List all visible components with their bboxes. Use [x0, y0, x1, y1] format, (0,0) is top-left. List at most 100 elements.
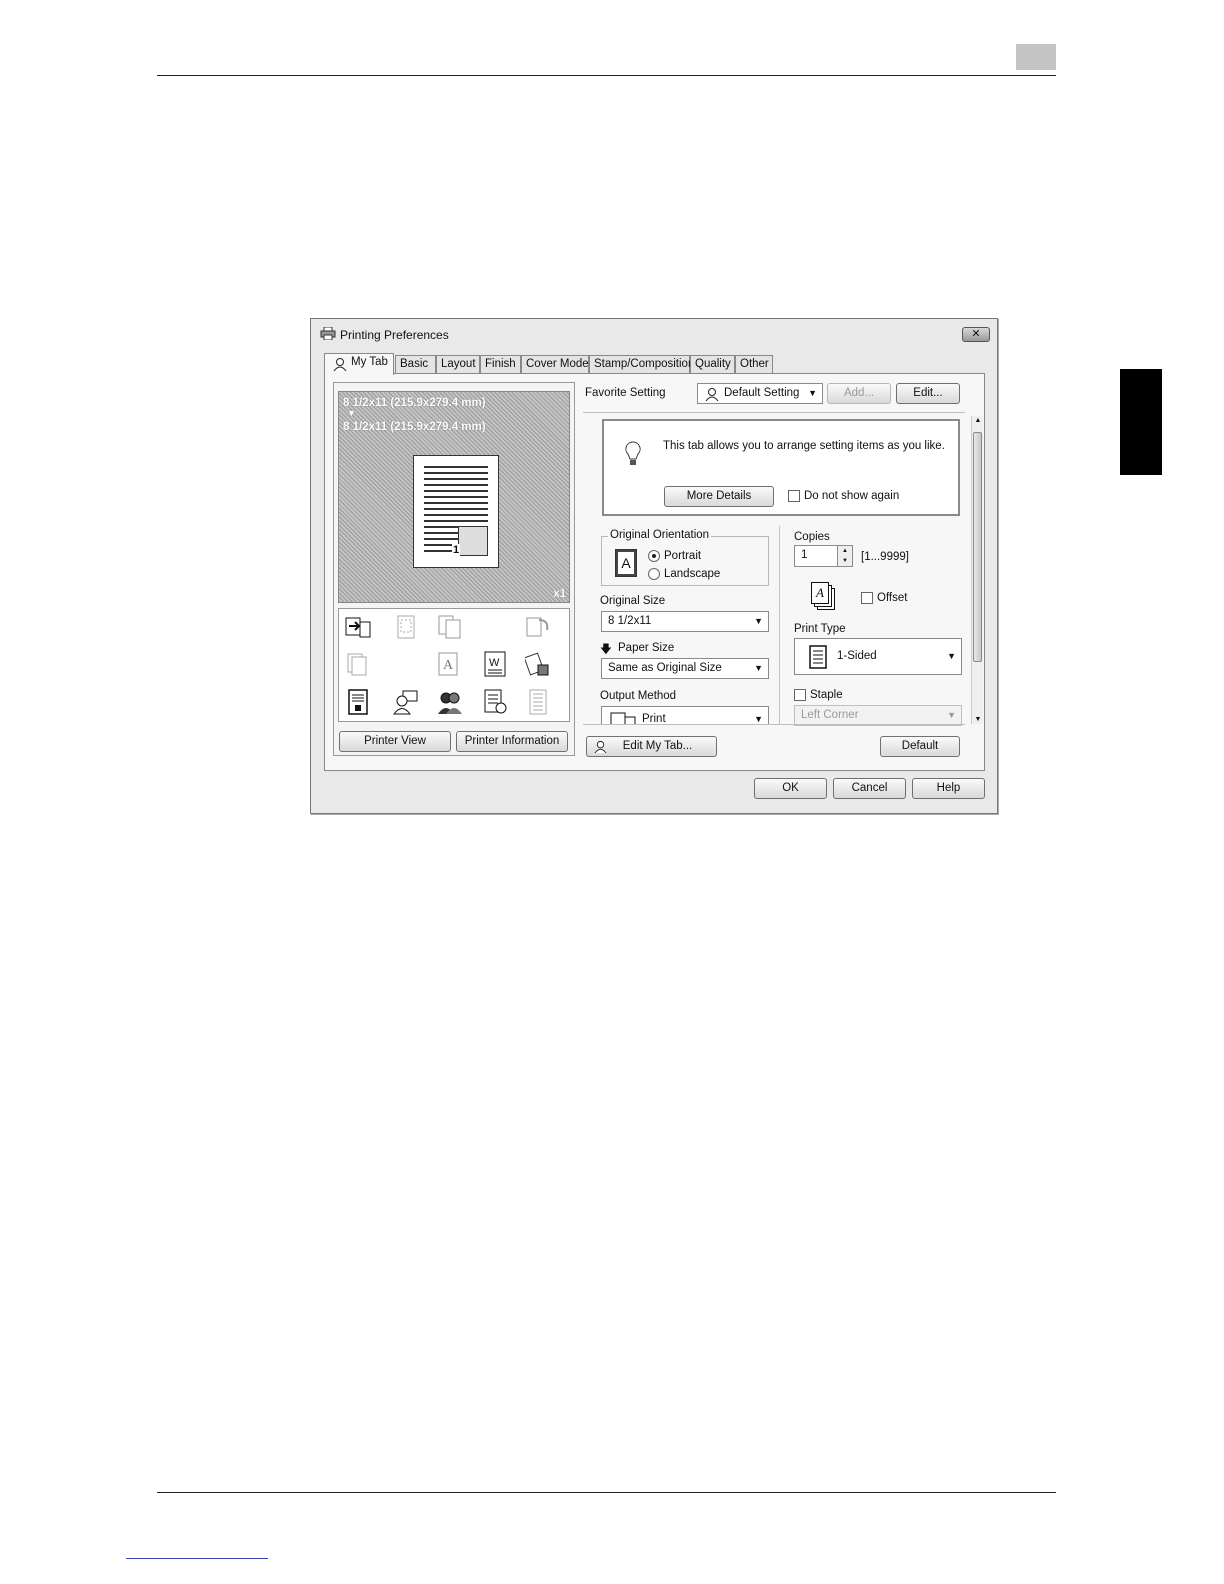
title-bar[interactable]: Printing Preferences ✕ — [311, 319, 997, 347]
paper-size-select[interactable]: Same as Original Size ▼ — [601, 658, 769, 679]
landscape-label: Landscape — [664, 568, 721, 580]
output-method-clip: Print ▼ — [601, 706, 769, 724]
original-size-label: Original Size — [600, 595, 666, 607]
document-lock-icon[interactable] — [345, 689, 371, 715]
dialog-title: Printing Preferences — [340, 328, 449, 342]
tab-label: Layout — [441, 358, 476, 370]
rotate-icon[interactable] — [525, 614, 551, 640]
paper-size-label: Paper Size — [618, 642, 675, 654]
scrollbar-thumb[interactable] — [973, 432, 982, 662]
tab-finish[interactable]: Finish — [480, 355, 521, 374]
printing-preferences-dialog: Printing Preferences ✕ My Tab Basic Layo… — [310, 318, 998, 814]
print-type-value: 1-Sided — [837, 650, 877, 662]
staple-label: Staple — [810, 689, 843, 701]
favorite-icon — [705, 388, 719, 401]
page-list-icon[interactable] — [525, 689, 551, 715]
original-size-select[interactable]: 8 1/2x11 ▼ — [601, 611, 769, 632]
default-button[interactable]: Default — [880, 736, 960, 757]
tab-quality[interactable]: Quality — [690, 355, 735, 374]
chevron-down-icon[interactable]: ▼ — [838, 556, 852, 566]
staple-checkbox[interactable] — [794, 689, 806, 701]
account-track-icon[interactable] — [437, 689, 463, 715]
chevron-up-icon[interactable]: ▲ — [838, 546, 852, 556]
copy-icon[interactable] — [345, 651, 371, 677]
chevron-down-icon: ▼ — [754, 663, 763, 673]
overlay-icon[interactable] — [525, 651, 551, 677]
tab-cover-mode[interactable]: Cover Mode — [521, 355, 589, 374]
nup-layout-icon[interactable] — [393, 614, 419, 640]
chevron-down-icon: ▼ — [754, 616, 763, 626]
svg-text:W: W — [489, 657, 500, 669]
print-output-icon — [610, 712, 636, 724]
footer-link-underline — [126, 1558, 268, 1559]
collate-icon[interactable] — [437, 614, 463, 640]
scroll-up-icon[interactable]: ▲ — [973, 417, 983, 424]
edit-my-tab-button[interactable]: Edit My Tab... — [586, 736, 717, 757]
watermark-icon[interactable]: W — [482, 651, 508, 677]
function-icon-grid: A W — [338, 608, 570, 722]
tab-label: My Tab — [351, 356, 388, 368]
orientation-group: Original Orientation A Portrait Landscap… — [601, 529, 769, 586]
tab-other[interactable]: Other — [735, 355, 773, 374]
print-type-label: Print Type — [794, 623, 846, 635]
orientation-letter: A — [618, 552, 634, 574]
user-icon — [333, 358, 347, 371]
down-arrow-icon: ▼ — [347, 408, 356, 418]
scroll-down-icon[interactable]: ▼ — [973, 716, 983, 723]
chevron-down-icon: ▼ — [947, 651, 956, 661]
print-type-select[interactable]: 1-Sided ▼ — [794, 638, 962, 675]
user-auth-icon[interactable] — [393, 689, 419, 715]
divider — [583, 412, 965, 413]
original-size-caption: 8 1/2x11 (215.9x279.4 mm) — [343, 397, 486, 409]
chevron-down-icon: ▼ — [754, 714, 763, 724]
portrait-radio[interactable] — [648, 550, 660, 562]
copies-icon-letter: A — [811, 582, 829, 604]
help-button[interactable]: Help — [912, 778, 985, 799]
paper-size-value: Same as Original Size — [608, 662, 722, 674]
staple-position-select[interactable]: Left Corner ▼ — [794, 705, 962, 726]
copies-stepper[interactable]: ▲ ▼ — [837, 545, 853, 567]
tab-basic[interactable]: Basic — [395, 355, 436, 374]
paper-size-caption: 8 1/2x11 (215.9x279.4 mm) — [343, 421, 486, 433]
chevron-down-icon: ▼ — [808, 388, 817, 398]
copies-stack-icon: A — [811, 582, 837, 612]
more-details-button[interactable]: More Details — [664, 486, 774, 507]
printer-information-button[interactable]: Printer Information — [456, 731, 568, 752]
cancel-button[interactable]: Cancel — [833, 778, 906, 799]
do-not-show-label: Do not show again — [804, 490, 900, 502]
tab-my-tab[interactable]: My Tab — [324, 353, 394, 375]
staple-position-value: Left Corner — [801, 709, 859, 721]
output-method-select[interactable]: Print ▼ — [601, 706, 769, 724]
offset-checkbox[interactable] — [861, 592, 873, 604]
copies-badge: x1 — [553, 588, 566, 600]
header-rule — [157, 75, 1056, 76]
header-footer-icon[interactable] — [482, 689, 508, 715]
portrait-label: Portrait — [664, 550, 702, 562]
divider — [583, 724, 965, 725]
font-icon[interactable]: A — [437, 651, 463, 677]
copies-input[interactable]: 1 — [794, 545, 838, 567]
output-tray-icon[interactable] — [345, 614, 371, 640]
tab-label: Other — [740, 358, 769, 370]
tab-label: Quality — [695, 358, 731, 370]
edit-my-tab-label: Edit My Tab... — [622, 740, 693, 752]
edit-favorite-button[interactable]: Edit... — [896, 383, 960, 404]
settings-scrollbar[interactable]: ▲ ▼ — [971, 416, 983, 724]
copies-range: [1...9999] — [861, 551, 909, 563]
do-not-show-checkbox[interactable] — [788, 490, 800, 502]
favorite-setting-select[interactable]: Default Setting ▼ — [697, 383, 823, 404]
print-preview: 8 1/2x11 (215.9x279.4 mm) ▼ 8 1/2x11 (21… — [338, 391, 570, 603]
tab-layout[interactable]: Layout — [436, 355, 480, 374]
footer-rule — [157, 1492, 1056, 1493]
info-box: This tab allows you to arrange setting i… — [602, 419, 960, 516]
add-favorite-button[interactable]: Add... — [827, 383, 891, 404]
user-icon — [594, 740, 607, 753]
tab-stamp-composition[interactable]: Stamp/Composition — [589, 355, 694, 374]
landscape-radio[interactable] — [648, 568, 660, 580]
preview-paper: 1 — [413, 455, 499, 568]
ok-button[interactable]: OK — [754, 778, 827, 799]
chapter-tab — [1120, 369, 1162, 475]
close-button[interactable]: ✕ — [962, 327, 990, 342]
one-sided-icon — [809, 645, 827, 669]
printer-view-button[interactable]: Printer View — [339, 731, 451, 752]
